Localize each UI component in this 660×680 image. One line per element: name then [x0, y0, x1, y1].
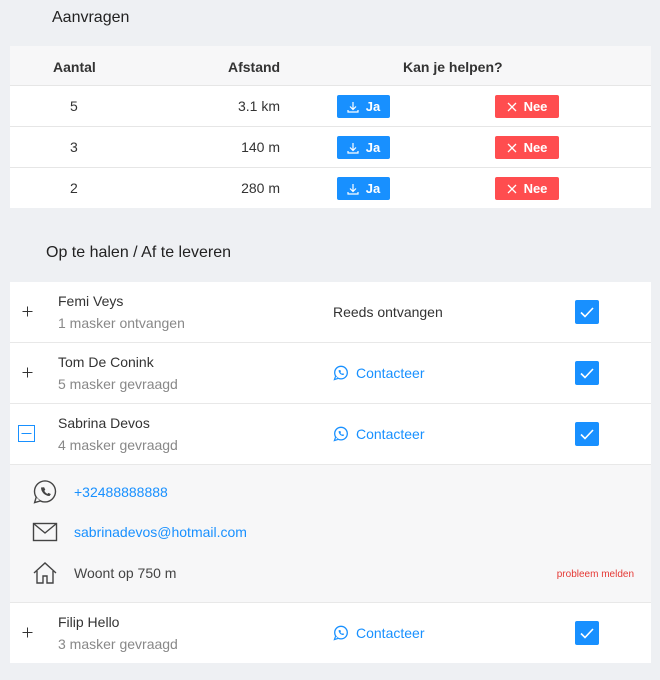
mask-info: 3 masker gevraagd — [58, 636, 178, 652]
contact-name: Tom De Conink — [58, 354, 154, 370]
check-icon — [580, 627, 594, 639]
status-text: Reeds ontvangen — [333, 304, 443, 320]
done-checkbox[interactable] — [575, 621, 599, 645]
decline-label: Nee — [523, 181, 548, 196]
check-icon — [580, 367, 594, 379]
requests-title: Aanvragen — [52, 9, 130, 26]
request-distance: 280 m — [241, 180, 280, 196]
report-problem-link[interactable]: probleem melden — [557, 569, 634, 580]
close-icon — [507, 102, 517, 111]
pickups-title: Op te halen / Af te leveren — [46, 244, 232, 261]
table-row: 3 140 m Ja Nee — [10, 127, 651, 168]
request-count: 5 — [70, 98, 78, 114]
email-row: sabrinadevos@hotmail.com — [32, 519, 247, 545]
accept-button[interactable]: Ja — [337, 95, 390, 118]
list-item: Tom De Conink 5 masker gevraagd Contacte… — [10, 343, 651, 404]
done-checkbox[interactable] — [575, 300, 599, 324]
request-count: 3 — [70, 139, 78, 155]
download-icon — [347, 142, 359, 154]
address-text: Woont op 750 m — [74, 565, 177, 581]
request-distance: 140 m — [241, 139, 280, 155]
accept-button[interactable]: Ja — [337, 136, 390, 159]
download-icon — [347, 101, 359, 113]
header-distance: Afstand — [228, 59, 281, 75]
done-checkbox[interactable] — [575, 361, 599, 385]
whatsapp-icon — [333, 625, 348, 641]
download-icon — [347, 183, 359, 195]
list-item: Filip Hello 3 masker gevraagd Contacteer — [10, 603, 651, 663]
decline-button[interactable]: Nee — [495, 177, 559, 200]
request-distance: 3.1 km — [237, 98, 280, 114]
contact-name: Sabrina Devos — [58, 415, 150, 431]
pickup-list: Femi Veys 1 masker ontvangen Reeds ontva… — [10, 282, 651, 663]
decline-button[interactable]: Nee — [495, 95, 559, 118]
done-checkbox[interactable] — [575, 422, 599, 446]
whatsapp-icon — [333, 365, 348, 381]
header-help: Kan je helpen? — [403, 59, 503, 75]
address-row: Woont op 750 m — [32, 560, 176, 586]
decline-button[interactable]: Nee — [495, 136, 559, 159]
decline-label: Nee — [523, 99, 548, 114]
check-icon — [580, 306, 594, 318]
header-count: Aantal — [53, 59, 96, 75]
contact-button[interactable]: Contacteer — [333, 365, 424, 381]
list-item: Sabrina Devos 4 masker gevraagd Contacte… — [10, 404, 651, 465]
phone-link[interactable]: +32488888888 — [74, 484, 168, 500]
table-row: 2 280 m Ja Nee — [10, 168, 651, 209]
table-row: 5 3.1 km Ja Nee — [10, 86, 651, 127]
contact-label: Contacteer — [356, 426, 425, 442]
mask-info: 1 masker ontvangen — [58, 315, 185, 331]
collapse-button[interactable] — [18, 425, 35, 442]
close-icon — [507, 184, 517, 193]
check-icon — [580, 428, 594, 440]
expand-button[interactable] — [20, 365, 35, 380]
accept-label: Ja — [365, 181, 381, 196]
close-icon — [507, 143, 517, 152]
plus-icon — [22, 306, 33, 317]
expand-button[interactable] — [20, 304, 35, 319]
accept-label: Ja — [365, 140, 381, 155]
contact-label: Contacteer — [356, 625, 425, 641]
plus-icon — [22, 627, 33, 638]
contact-name: Femi Veys — [58, 293, 124, 309]
accept-button[interactable]: Ja — [337, 177, 390, 200]
contact-label: Contacteer — [356, 365, 425, 381]
phone-icon — [32, 479, 58, 505]
contact-button[interactable]: Contacteer — [333, 426, 424, 442]
plus-icon — [22, 367, 33, 378]
list-item: Femi Veys 1 masker ontvangen Reeds ontva… — [10, 282, 651, 343]
minus-icon — [21, 433, 32, 434]
phone-row: +32488888888 — [32, 479, 168, 505]
mask-info: 5 masker gevraagd — [58, 376, 178, 392]
mask-info: 4 masker gevraagd — [58, 437, 178, 453]
home-icon — [32, 560, 58, 586]
table-header: Aantal Afstand Kan je helpen? — [10, 46, 651, 86]
email-link[interactable]: sabrinadevos@hotmail.com — [74, 524, 247, 540]
requests-table: Aantal Afstand Kan je helpen? 5 3.1 km J… — [10, 46, 651, 208]
request-count: 2 — [70, 180, 78, 196]
decline-label: Nee — [523, 140, 548, 155]
contact-name: Filip Hello — [58, 614, 120, 630]
contact-button[interactable]: Contacteer — [333, 625, 424, 641]
expand-button[interactable] — [20, 625, 35, 640]
whatsapp-icon — [333, 426, 348, 442]
mail-icon — [32, 519, 58, 545]
contact-details: +32488888888 sabrinadevos@hotmail.com Wo… — [10, 465, 651, 603]
accept-label: Ja — [365, 99, 381, 114]
